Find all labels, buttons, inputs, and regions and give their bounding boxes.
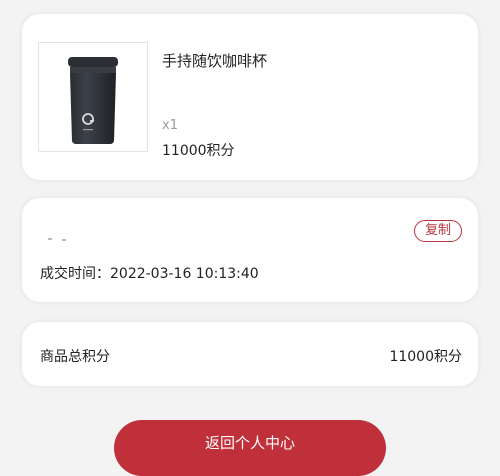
copy-button[interactable]: 复制 — [413, 220, 462, 242]
product-image[interactable] — [38, 42, 148, 152]
total-points-card: 商品总积分 11000积分 — [22, 322, 478, 386]
tumbler-icon — [68, 57, 118, 144]
total-points-value: 11000积分 — [389, 349, 462, 365]
product-name: 手持随饮咖啡杯 — [162, 52, 268, 70]
back-to-profile-button[interactable]: 返回个人中心 — [114, 420, 386, 476]
redacted-mark — [48, 238, 52, 240]
total-points-label: 商品总积分 — [40, 349, 110, 365]
product-card: 手持随饮咖啡杯 x1 11000积分 — [22, 14, 478, 180]
product-quantity: x1 — [162, 118, 178, 133]
product-points: 11000积分 — [162, 143, 235, 159]
redacted-mark — [62, 239, 66, 241]
deal-time: 成交时间：2022-03-16 10:13:40 — [40, 266, 259, 282]
order-info-card: 复制 成交时间：2022-03-16 10:13:40 — [22, 198, 478, 302]
